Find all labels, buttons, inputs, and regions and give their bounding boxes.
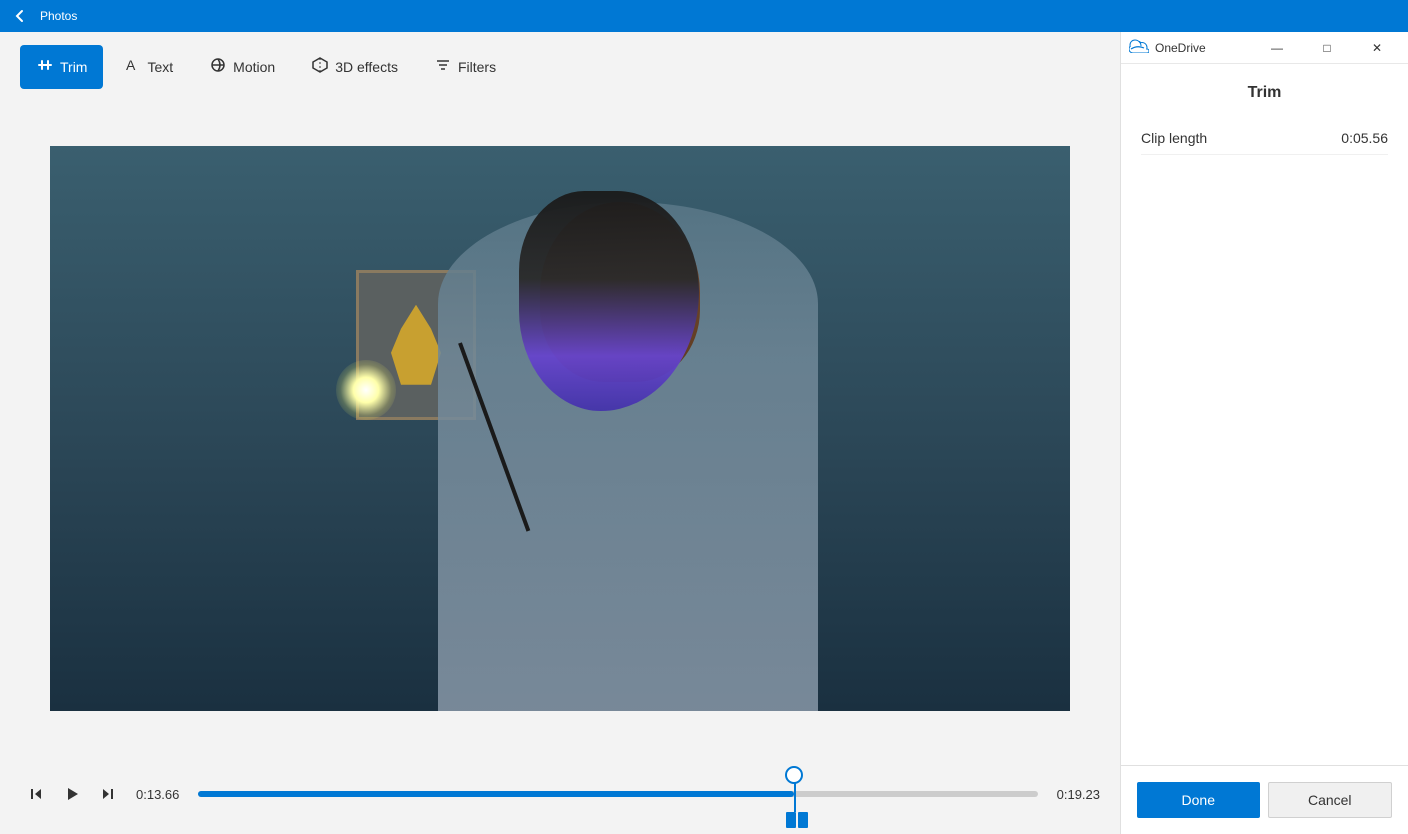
panel-titlebar-controls: — □ ✕: [1254, 32, 1400, 64]
trim-panel: Trim Clip length 0:05.56: [1121, 64, 1408, 765]
wall-art: [391, 305, 441, 385]
trim-flags[interactable]: [786, 812, 808, 828]
panel-minimize-button[interactable]: —: [1254, 32, 1300, 64]
trim-panel-title: Trim: [1141, 84, 1388, 102]
back-button[interactable]: [8, 4, 32, 28]
right-panel: OneDrive — □ ✕ Trim Clip length 0:05.56 …: [1120, 32, 1408, 834]
tab-3d-effects-label: 3D effects: [335, 59, 398, 75]
tab-trim[interactable]: Trim: [20, 45, 103, 89]
svg-text:A: A: [126, 57, 136, 73]
tab-motion-label: Motion: [233, 59, 275, 75]
trim-line: [794, 782, 796, 812]
current-time: 0:13.66: [136, 787, 186, 802]
app-body: Trim A Text: [0, 32, 1408, 834]
done-button[interactable]: Done: [1137, 782, 1260, 818]
panel-logo: OneDrive: [1129, 39, 1254, 56]
panel-titlebar: OneDrive — □ ✕: [1121, 32, 1408, 64]
tab-motion[interactable]: Motion: [193, 45, 291, 89]
step-back-button[interactable]: [20, 778, 52, 810]
timeline-area: 0:13.66 0:19.23: [0, 754, 1120, 834]
video-container: [0, 102, 1120, 754]
trim-flag-right[interactable]: [798, 812, 808, 828]
wand-glow: [336, 360, 396, 420]
panel-maximize-button[interactable]: □: [1304, 32, 1350, 64]
cancel-button[interactable]: Cancel: [1268, 782, 1393, 818]
playback-controls: [20, 778, 124, 810]
text-icon: A: [123, 56, 141, 79]
tab-3d-effects[interactable]: 3D effects: [295, 45, 414, 89]
tab-filters[interactable]: Filters: [418, 45, 512, 89]
tab-trim-label: Trim: [60, 59, 87, 75]
motion-icon: [209, 56, 227, 79]
3d-effects-icon: [311, 56, 329, 79]
clip-info-row: Clip length 0:05.56: [1141, 122, 1388, 155]
toolbar: Trim A Text: [0, 32, 1120, 102]
title-bar: Photos: [0, 0, 1408, 32]
panel-close-button[interactable]: ✕: [1354, 32, 1400, 64]
panel-title: OneDrive: [1155, 41, 1206, 55]
timeline-progress: [198, 791, 794, 797]
play-button[interactable]: [56, 778, 88, 810]
panel-actions: Done Cancel: [1121, 765, 1408, 834]
trim-icon: [36, 56, 54, 79]
filters-icon: [434, 56, 452, 79]
clip-length-label: Clip length: [1141, 130, 1207, 146]
tab-text-label: Text: [147, 59, 173, 75]
video-frame: [50, 146, 1070, 711]
trim-flag-left[interactable]: [786, 812, 796, 828]
tab-filters-label: Filters: [458, 59, 496, 75]
timeline-track[interactable]: [198, 791, 1038, 797]
editor-area: Trim A Text: [0, 32, 1120, 834]
app-title: Photos: [40, 9, 77, 23]
panel-spacer: [1141, 155, 1388, 745]
step-forward-button[interactable]: [92, 778, 124, 810]
tab-text[interactable]: A Text: [107, 45, 189, 89]
video-background: [50, 146, 1070, 711]
clip-length-value: 0:05.56: [1341, 130, 1388, 146]
end-time: 0:19.23: [1050, 787, 1100, 802]
onedrive-icon: [1129, 39, 1149, 56]
